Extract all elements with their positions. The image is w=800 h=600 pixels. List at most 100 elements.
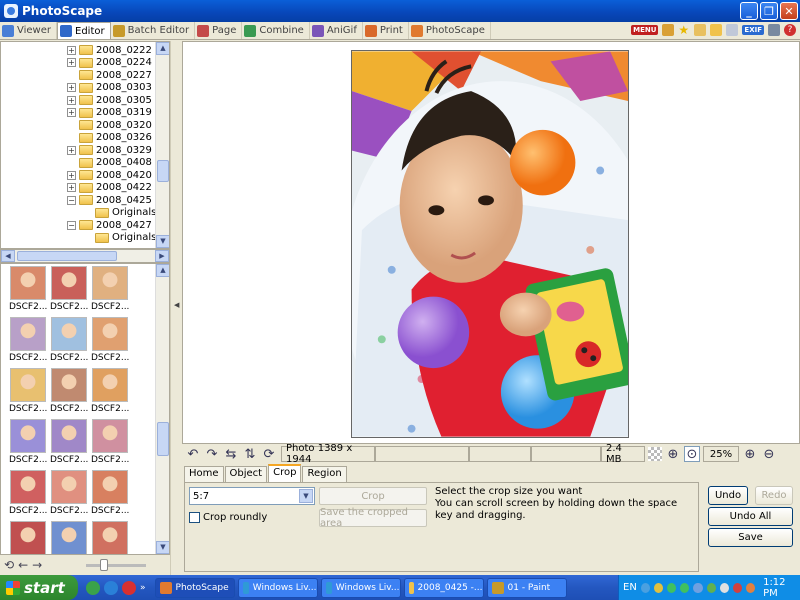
tree-item[interactable]: +2008_0329: [67, 144, 152, 157]
expand-icon[interactable]: +: [67, 95, 76, 105]
tray-icon-3[interactable]: [667, 582, 677, 593]
messenger-icon[interactable]: [86, 580, 100, 595]
tab-viewer[interactable]: Viewer: [0, 22, 57, 39]
taskbar-task[interactable]: PhotoScape: [154, 577, 235, 598]
slider-knob[interactable]: [100, 558, 109, 571]
minimize-button[interactable]: _: [740, 2, 758, 20]
thumbnail-item[interactable]: DSCF2...: [91, 368, 129, 418]
scroll-down-arrow-icon[interactable]: ▼: [156, 235, 169, 248]
tree-item[interactable]: Originals: [95, 207, 156, 220]
quick-launch-more-icon[interactable]: »: [140, 583, 146, 593]
thumbnail-size-slider[interactable]: [86, 558, 147, 571]
tree-item[interactable]: 2008_0408: [67, 157, 152, 170]
undo-button[interactable]: Undo: [708, 486, 748, 505]
thumbnail-item[interactable]: DSCF2...: [9, 368, 47, 418]
taskbar-task[interactable]: 2008_0425 -...: [403, 577, 484, 598]
tree-item[interactable]: +2008_0319: [67, 107, 152, 120]
tray-icon-5[interactable]: [693, 582, 703, 593]
expand-icon[interactable]: +: [67, 45, 76, 55]
panel-splitter[interactable]: ◀: [170, 41, 182, 575]
folder-icon[interactable]: [710, 24, 723, 36]
tab-anigif[interactable]: AniGif: [310, 22, 363, 39]
tree-item[interactable]: 2008_0227: [67, 69, 152, 82]
tree-item[interactable]: 2008_0320: [67, 119, 152, 132]
restore-button[interactable]: ❐: [760, 2, 778, 20]
opera-icon[interactable]: [122, 580, 136, 595]
zoom-actual-icon[interactable]: ⊕: [665, 446, 681, 462]
thumbnail-item[interactable]: DSCF2...: [50, 317, 88, 367]
thumbnail-item[interactable]: DSCF2...: [9, 470, 47, 520]
menu-button[interactable]: MENU: [631, 25, 659, 35]
thumbnail-item[interactable]: DSCF2...: [9, 521, 47, 554]
exif-button[interactable]: EXIF: [742, 25, 764, 35]
crop-roundly-checkbox[interactable]: Crop roundly: [189, 512, 267, 523]
scroll-thumb[interactable]: [157, 422, 169, 456]
redo-button[interactable]: Redo: [755, 486, 793, 505]
chevron-down-icon[interactable]: ▼: [299, 489, 313, 503]
collapse-arrow-icon[interactable]: ◀: [174, 301, 179, 309]
tab-combine[interactable]: Combine: [242, 22, 310, 39]
tab-print[interactable]: Print: [363, 22, 409, 39]
thumbnail-item[interactable]: DSCF2...: [50, 470, 88, 520]
tab-batch-editor[interactable]: Batch Editor: [111, 22, 196, 39]
edit-tab-region[interactable]: Region: [302, 466, 347, 482]
tray-icon-1[interactable]: [640, 582, 650, 593]
undo-all-button[interactable]: Undo All: [708, 507, 793, 526]
collapse-icon[interactable]: −: [67, 220, 76, 230]
thumbnail-grid[interactable]: DSCF2... DSCF2... DSCF2... DSCF2... DSCF2...…: [0, 263, 170, 555]
scroll-down-arrow-icon[interactable]: ▼: [156, 541, 169, 554]
expand-icon[interactable]: +: [67, 58, 76, 68]
zoom-fit-icon[interactable]: ⊙: [684, 446, 700, 462]
flip-horizontal-icon[interactable]: ⇆: [223, 446, 239, 462]
tab-photoscape[interactable]: PhotoScape: [409, 22, 491, 39]
save-cropped-area-button[interactable]: Save the cropped area: [319, 507, 427, 529]
copy-icon[interactable]: [726, 24, 739, 36]
close-button[interactable]: ✕: [780, 2, 798, 20]
edit-tab-crop[interactable]: Crop: [268, 464, 302, 482]
scroll-right-arrow-icon[interactable]: ▶: [155, 250, 169, 262]
thumbnail-item[interactable]: DSCF2...: [50, 521, 88, 554]
checkbox-box[interactable]: [189, 512, 200, 523]
thumbnail-item[interactable]: DSCF2...: [50, 368, 88, 418]
thumbnail-item[interactable]: DSCF2...: [91, 521, 129, 554]
tree-item[interactable]: 2008_0326: [67, 132, 152, 145]
scroll-left-arrow-icon[interactable]: ◀: [1, 250, 15, 262]
scroll-thumb[interactable]: [157, 160, 169, 182]
thumbnail-item[interactable]: DSCF2...: [91, 419, 129, 469]
start-button[interactable]: start: [0, 575, 78, 600]
edited-photo[interactable]: [351, 50, 629, 438]
thumbnail-item[interactable]: DSCF2...: [9, 266, 47, 316]
image-canvas[interactable]: [182, 41, 800, 444]
tray-icon-7[interactable]: [732, 582, 742, 593]
save-button[interactable]: Save: [708, 528, 793, 547]
scroll-up-arrow-icon[interactable]: ▲: [156, 42, 169, 55]
tools-icon[interactable]: [694, 24, 707, 36]
tree-item[interactable]: +2008_0222: [67, 44, 152, 57]
collapse-icon[interactable]: −: [67, 195, 76, 205]
help-icon[interactable]: ?: [784, 24, 796, 36]
language-indicator[interactable]: EN: [623, 582, 637, 593]
expand-icon[interactable]: +: [67, 83, 76, 93]
tree-vertical-scrollbar[interactable]: ▲ ▼: [155, 42, 169, 248]
thumbnail-item[interactable]: DSCF2...: [91, 470, 129, 520]
tree-item[interactable]: Originals: [95, 232, 156, 245]
forward-arrow-icon[interactable]: →: [32, 558, 42, 572]
expand-icon[interactable]: +: [67, 183, 76, 193]
tree-item[interactable]: +2008_0224: [67, 57, 152, 70]
thumbnail-item[interactable]: DSCF2...: [50, 419, 88, 469]
expand-icon[interactable]: +: [67, 108, 76, 118]
hscroll-thumb[interactable]: [17, 251, 117, 261]
folder-tree[interactable]: +2008_0222 +2008_0224 2008_0227 +2008_0303 +…: [0, 41, 170, 249]
expand-icon[interactable]: +: [67, 170, 76, 180]
tree-horizontal-scrollbar[interactable]: ◀ ▶: [0, 249, 170, 263]
edit-tab-object[interactable]: Object: [224, 466, 268, 482]
thumbnail-item[interactable]: DSCF2...: [91, 317, 129, 367]
zoom-out-icon[interactable]: ⊖: [761, 446, 777, 462]
clock[interactable]: 1:12 PM: [763, 577, 800, 599]
crop-ratio-select[interactable]: 5:7 ▼: [189, 487, 315, 505]
tree-item[interactable]: +2008_0420: [67, 169, 152, 182]
messenger-tray-icon[interactable]: [706, 582, 716, 593]
tray-icon-6[interactable]: [719, 582, 729, 593]
flip-vertical-icon[interactable]: ⇅: [242, 446, 258, 462]
thumbnail-scrollbar[interactable]: ▲ ▼: [155, 264, 169, 554]
